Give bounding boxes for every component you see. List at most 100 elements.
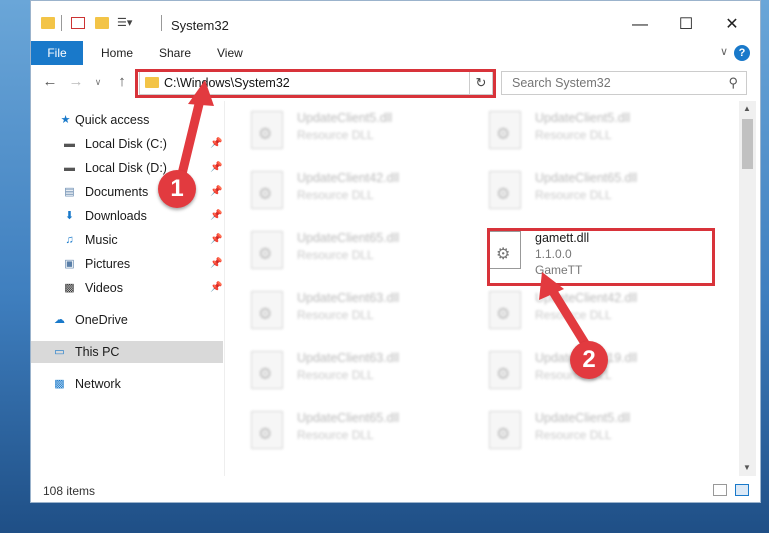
drive-icon: ▬ bbox=[64, 162, 75, 174]
search-input[interactable] bbox=[510, 75, 724, 91]
network-icon: ▩ bbox=[54, 378, 65, 390]
videos-icon: ▩ bbox=[64, 282, 75, 294]
star-icon: ★ bbox=[60, 114, 71, 126]
file-item[interactable]: UpdateClient5.dll Resource DLL bbox=[481, 401, 701, 453]
vertical-scrollbar[interactable]: ▲ ▼ bbox=[739, 101, 756, 476]
sidebar-item-label: Network bbox=[75, 377, 121, 391]
pictures-icon: ▣ bbox=[64, 258, 75, 270]
sidebar-item-label: Local Disk (D:) bbox=[85, 161, 167, 175]
file-item[interactable]: UpdateClient63.dll Resource DLL bbox=[243, 281, 463, 333]
file-name: UpdateClient42.dll bbox=[297, 171, 400, 185]
file-list: UpdateClient5.dll Resource DLL UpdateCli… bbox=[243, 101, 739, 476]
sidebar-item-this-pc[interactable]: ▭ This PC bbox=[31, 341, 223, 363]
navigation-pane: ★ Quick access ▬ Local Disk (C:) 📌 ▬ Loc… bbox=[31, 101, 223, 476]
download-icon: ⬇ bbox=[64, 210, 75, 222]
sidebar-item-network[interactable]: ▩ Network bbox=[31, 373, 223, 395]
pin-icon: 📌 bbox=[210, 210, 223, 221]
scrollbar-thumb[interactable] bbox=[742, 119, 753, 169]
customize-toolbar-icon[interactable]: ☰▾ bbox=[117, 17, 132, 29]
sidebar-item-label: Videos bbox=[85, 281, 123, 295]
up-button[interactable]: ↑ bbox=[113, 73, 131, 91]
file-item[interactable]: UpdateClient42.dll Resource DLL bbox=[243, 161, 463, 213]
large-icons-view-icon[interactable] bbox=[735, 484, 749, 496]
file-description: Resource DLL bbox=[297, 308, 374, 322]
file-item[interactable]: UpdateClient65.dll Resource DLL bbox=[481, 161, 701, 213]
tab-home[interactable]: Home bbox=[101, 41, 133, 65]
file-description: Resource DLL bbox=[297, 188, 374, 202]
sidebar-item-onedrive[interactable]: ☁ OneDrive bbox=[31, 309, 223, 331]
expand-ribbon-icon[interactable]: ∨ bbox=[720, 45, 728, 58]
file-item[interactable]: UpdateClient42.dll Resource DLL bbox=[481, 281, 701, 333]
close-button[interactable]: ✕ bbox=[709, 11, 755, 39]
sidebar-item-downloads[interactable]: ⬇ Downloads 📌 bbox=[31, 205, 223, 227]
search-box[interactable]: ⚲ bbox=[501, 71, 747, 95]
title-separator bbox=[61, 15, 62, 31]
sidebar-item-quick-access[interactable]: ★ Quick access bbox=[31, 109, 223, 131]
recent-locations-icon[interactable]: ∨ bbox=[89, 73, 107, 91]
dll-file-icon bbox=[489, 171, 521, 209]
cloud-icon: ☁ bbox=[54, 314, 65, 326]
music-icon: ♫ bbox=[65, 234, 74, 246]
title-bar: ☰▾ System32 — ☐ ✕ bbox=[31, 1, 760, 41]
computer-icon: ▭ bbox=[54, 346, 65, 358]
title-separator bbox=[161, 15, 162, 31]
file-name: UpdateClient5.dll bbox=[535, 111, 631, 125]
sidebar-item-label: This PC bbox=[75, 345, 120, 359]
file-name: UpdateClient65.dll bbox=[297, 411, 400, 425]
sidebar-item-label: Downloads bbox=[85, 209, 147, 223]
file-description: Resource DLL bbox=[535, 428, 612, 442]
file-item[interactable]: UpdateClient5.dll Resource DLL bbox=[481, 101, 701, 153]
details-view-icon[interactable] bbox=[713, 484, 727, 496]
back-button[interactable]: ← bbox=[41, 73, 59, 91]
file-item[interactable]: UpdateClient65.dll Resource DLL bbox=[243, 401, 463, 453]
tab-share[interactable]: Share bbox=[159, 41, 191, 65]
dll-file-icon bbox=[489, 291, 521, 329]
file-item[interactable]: UpdateClient65.dll Resource DLL bbox=[243, 221, 463, 273]
documents-icon: ▤ bbox=[64, 186, 75, 198]
file-description: Resource DLL bbox=[297, 248, 374, 262]
file-description: Resource DLL bbox=[535, 308, 612, 322]
dll-file-icon bbox=[251, 411, 283, 449]
dll-file-icon bbox=[251, 231, 283, 269]
folder-icon bbox=[41, 17, 55, 29]
tab-view[interactable]: View bbox=[217, 41, 243, 65]
pin-icon: 📌 bbox=[210, 282, 223, 293]
sidebar-item-videos[interactable]: ▩ Videos 📌 bbox=[31, 277, 223, 299]
new-folder-icon[interactable] bbox=[95, 17, 109, 29]
dll-file-icon bbox=[489, 351, 521, 389]
status-bar: 108 items bbox=[31, 479, 760, 502]
properties-icon[interactable] bbox=[71, 17, 85, 29]
file-highlight bbox=[487, 228, 715, 286]
maximize-button[interactable]: ☐ bbox=[663, 11, 709, 39]
address-bar-highlight bbox=[135, 69, 496, 98]
tab-file[interactable]: File bbox=[31, 41, 83, 65]
forward-button[interactable]: → bbox=[67, 73, 85, 91]
step-2-badge: 2 bbox=[570, 341, 608, 379]
file-name: UpdateClient63.dll bbox=[297, 291, 400, 305]
dll-file-icon bbox=[251, 291, 283, 329]
sidebar-item-label: Pictures bbox=[85, 257, 131, 271]
pin-icon: 📌 bbox=[210, 138, 223, 149]
sidebar-item-pictures[interactable]: ▣ Pictures 📌 bbox=[31, 253, 223, 275]
file-description: Resource DLL bbox=[297, 128, 374, 142]
pin-icon: 📌 bbox=[210, 258, 223, 269]
file-name: UpdateClient5.dll bbox=[535, 411, 631, 425]
file-name: UpdateClient65.dll bbox=[535, 171, 638, 185]
scroll-down-icon[interactable]: ▼ bbox=[743, 463, 751, 472]
help-icon[interactable]: ? bbox=[734, 45, 750, 61]
file-name: UpdateClient63.dll bbox=[297, 351, 400, 365]
item-count: 108 items bbox=[43, 484, 96, 498]
sidebar-item-local-disk-d[interactable]: ▬ Local Disk (D:) 📌 bbox=[31, 157, 223, 179]
scroll-up-icon[interactable]: ▲ bbox=[743, 104, 751, 113]
window-title: System32 bbox=[171, 18, 229, 33]
file-name: UpdateClient65.dll bbox=[297, 231, 400, 245]
pin-icon: 📌 bbox=[210, 234, 223, 245]
sidebar-item-music[interactable]: ♫ Music 📌 bbox=[31, 229, 223, 251]
pin-icon: 📌 bbox=[210, 162, 223, 173]
file-item[interactable]: UpdateClient63.dll Resource DLL bbox=[243, 341, 463, 393]
dll-file-icon bbox=[489, 411, 521, 449]
minimize-button[interactable]: — bbox=[617, 11, 663, 39]
file-item[interactable]: UpdateClient5.dll Resource DLL bbox=[243, 101, 463, 153]
pin-icon: 📌 bbox=[210, 186, 223, 197]
sidebar-item-local-disk-c[interactable]: ▬ Local Disk (C:) 📌 bbox=[31, 133, 223, 155]
